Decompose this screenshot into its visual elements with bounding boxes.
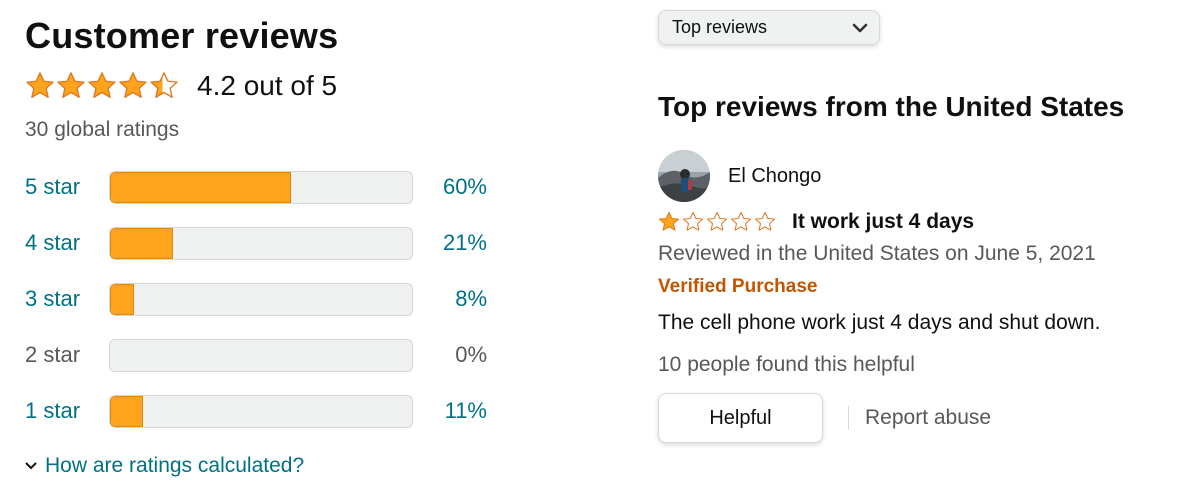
review-stars [658, 211, 777, 233]
histogram-row[interactable]: 1 star 11% [25, 394, 495, 428]
star-icon [658, 211, 680, 231]
review-body: The cell phone work just 4 days and shut… [658, 311, 1101, 334]
rating-out-of-text: 4.2 out of 5 [197, 70, 338, 101]
histogram-percent: 0% [455, 342, 487, 367]
reviewer-profile[interactable]: El Chongo [658, 150, 1158, 202]
top-reviews-heading: Top reviews from the United States [658, 91, 1125, 122]
review-date: Reviewed in the United States on June 5,… [658, 242, 1096, 265]
star-icon [57, 72, 85, 98]
chevron-down-icon [25, 457, 37, 473]
histogram-star-label[interactable]: 3 star [25, 286, 109, 312]
histogram-star-label[interactable]: 1 star [25, 398, 109, 424]
divider [848, 406, 849, 430]
star-icon [754, 211, 776, 231]
star-icon [88, 72, 116, 98]
sort-selected-value: Top reviews [672, 17, 768, 37]
report-abuse-link[interactable]: Report abuse [865, 406, 991, 430]
star-icon [730, 211, 752, 231]
helpful-button[interactable]: Helpful [658, 393, 823, 443]
how-ratings-calculated-label: How are ratings calculated? [45, 454, 305, 477]
reviews-panel: Top reviews Top reviews from the United … [658, 10, 1158, 443]
histogram-bar[interactable] [109, 226, 413, 260]
histogram-bar-fill [110, 395, 144, 427]
histogram-bar[interactable] [109, 170, 413, 204]
histogram-percent[interactable]: 21% [413, 230, 487, 256]
histogram-percent[interactable]: 8% [413, 286, 487, 312]
histogram-percent[interactable]: 11% [413, 398, 487, 424]
histogram-star-label[interactable]: 4 star [25, 230, 109, 256]
star-icon [706, 211, 728, 231]
customer-reviews-heading: Customer reviews [25, 15, 339, 56]
histogram-row: 2 star 0% [25, 338, 495, 372]
rating-histogram: 5 star 60% 4 star 21% 3 star 8% 2 star 0% 1 star… [25, 170, 495, 428]
star-icon [119, 72, 147, 98]
histogram-bar-fill [110, 283, 135, 315]
average-rating[interactable]: 4.2 out of 5 [25, 66, 495, 106]
histogram-row[interactable]: 3 star 8% [25, 282, 495, 316]
review-card: El Chongo It work just 4 days Reviewed i… [658, 150, 1158, 443]
helpful-count: 10 people found this helpful [658, 353, 915, 376]
star-icon [682, 211, 704, 231]
histogram-row[interactable]: 4 star 21% [25, 226, 495, 260]
histogram-row[interactable]: 5 star 60% [25, 170, 495, 204]
avatar[interactable] [658, 150, 710, 202]
verified-purchase-badge: Verified Purchase [658, 276, 818, 297]
histogram-bar[interactable] [109, 282, 413, 316]
reviewer-name: El Chongo [728, 164, 822, 187]
how-ratings-calculated-link[interactable]: How are ratings calculated? [25, 454, 304, 478]
histogram-bar [109, 338, 413, 372]
histogram-bar-fill [110, 171, 292, 203]
review-title[interactable]: It work just 4 days [792, 210, 974, 234]
sort-dropdown[interactable]: Top reviews [658, 10, 880, 45]
histogram-star-label: 2 star [25, 342, 81, 367]
review-actions: Helpful Report abuse [658, 393, 1158, 443]
star-icon [150, 72, 178, 98]
histogram-bar-fill [110, 227, 174, 259]
rating-summary: Customer reviews 4.2 out of 5 30 global … [25, 14, 495, 450]
chevron-down-icon [852, 23, 868, 32]
review-header: It work just 4 days [658, 210, 1158, 234]
histogram-percent[interactable]: 60% [413, 174, 487, 200]
average-stars [25, 71, 179, 101]
global-ratings-count: 30 global ratings [25, 118, 180, 141]
star-icon [26, 72, 54, 98]
histogram-bar[interactable] [109, 394, 413, 428]
histogram-star-label[interactable]: 5 star [25, 174, 109, 200]
